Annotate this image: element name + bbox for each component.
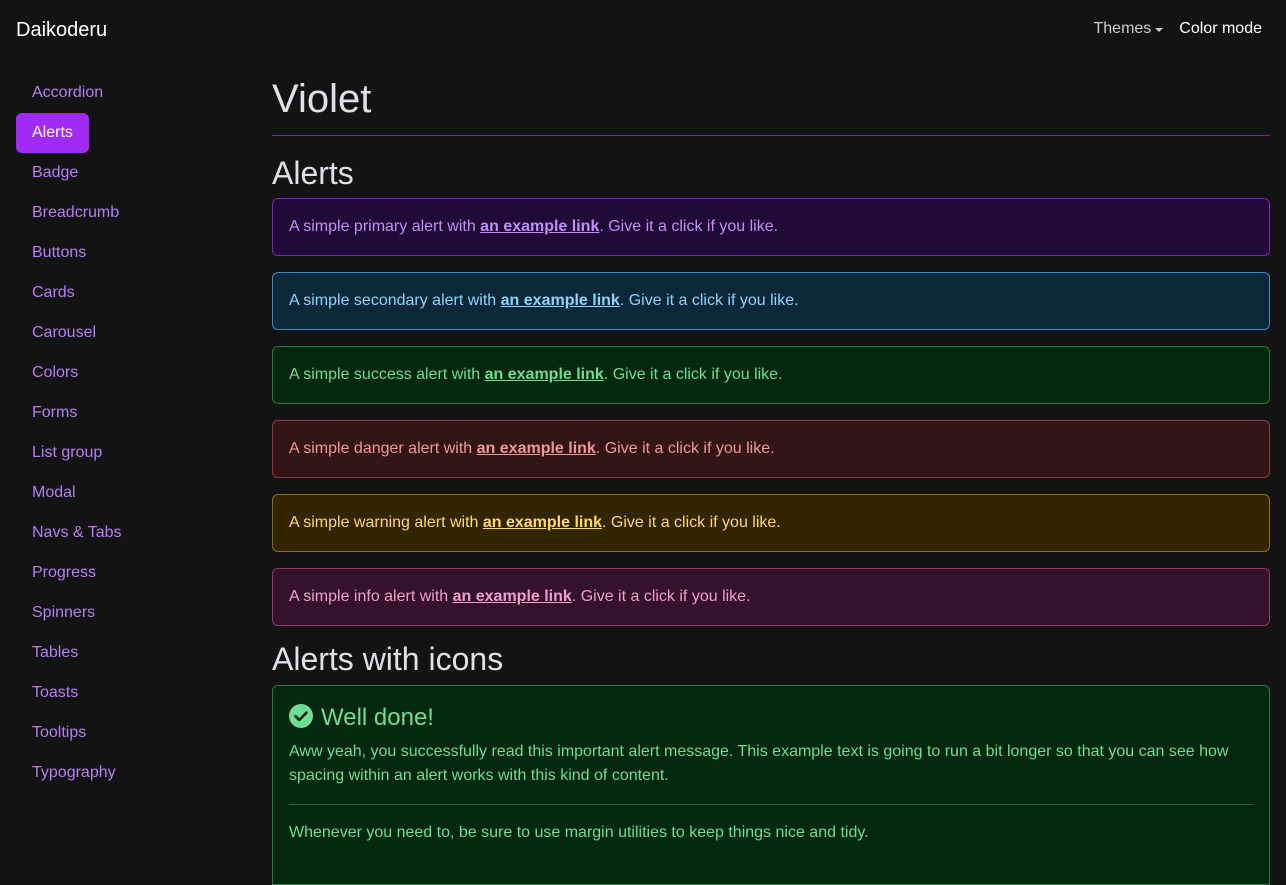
alert-warning: A simple warning alert with an example l… xyxy=(272,494,1270,552)
alert-secondary: A simple secondary alert with an example… xyxy=(272,272,1270,330)
alert-link[interactable]: an example link xyxy=(501,292,620,310)
alert-primary: A simple primary alert with an example l… xyxy=(272,198,1270,256)
sidebar-item-forms[interactable]: Forms xyxy=(16,393,216,433)
alert-text: A simple primary alert with xyxy=(289,218,481,235)
sidebar-item-navs-tabs[interactable]: Navs & Tabs xyxy=(16,513,216,553)
alert-info: A simple info alert with an example link… xyxy=(272,568,1270,626)
alert-text: A simple warning alert with xyxy=(289,514,483,531)
alert-divider xyxy=(289,804,1253,805)
sidebar-item-spinners[interactable]: Spinners xyxy=(16,593,216,633)
sidebar-item-modal[interactable]: Modal xyxy=(16,473,216,513)
navbar: Daikoderu Themes Color mode xyxy=(0,0,1286,60)
alert-link[interactable]: an example link xyxy=(485,366,604,384)
alert-success-with-icon: Well done! Aww yeah, you successfully re… xyxy=(272,685,1270,885)
themes-label: Themes xyxy=(1093,20,1152,37)
alert-text-end: . Give it a click if you like. xyxy=(619,292,799,309)
sidebar-item-tooltips[interactable]: Tooltips xyxy=(16,713,216,753)
alert-text: A simple secondary alert with xyxy=(289,292,501,309)
alert-text-end: . Give it a click if you like. xyxy=(602,514,781,531)
sidebar-item-carousel[interactable]: Carousel xyxy=(16,313,216,353)
alert-link[interactable]: an example link xyxy=(477,440,596,458)
caret-down-icon xyxy=(1155,28,1164,32)
alert-text-end: . Give it a click if you like. xyxy=(599,218,779,235)
sidebar-item-progress[interactable]: Progress xyxy=(16,553,216,593)
sidebar-item-alerts[interactable]: Alerts xyxy=(16,113,89,153)
alert-danger: A simple danger alert with an example li… xyxy=(272,420,1270,478)
alert-link[interactable]: an example link xyxy=(453,588,572,606)
main-content: Violet Alerts A simple primary alert wit… xyxy=(272,70,1270,885)
alert-success: A simple success alert with an example l… xyxy=(272,346,1270,404)
sidebar-item-breadcrumb[interactable]: Breadcrumb xyxy=(16,193,216,233)
check-circle-icon xyxy=(289,703,313,733)
alert-text-end: . Give it a click if you like. xyxy=(571,588,751,605)
sidebar-item-tables[interactable]: Tables xyxy=(16,633,216,673)
alert-link[interactable]: an example link xyxy=(483,514,602,532)
navbar-right: Themes Color mode xyxy=(1094,18,1263,40)
sidebar: Accordion Alerts Badge Breadcrumb Button… xyxy=(16,73,216,793)
sidebar-item-accordion[interactable]: Accordion xyxy=(16,73,216,113)
themes-dropdown[interactable]: Themes xyxy=(1094,18,1164,40)
alert-link[interactable]: an example link xyxy=(480,218,599,236)
title-divider xyxy=(272,135,1270,136)
sidebar-item-cards[interactable]: Cards xyxy=(16,273,216,313)
alert-heading: Well done! xyxy=(321,704,434,731)
sidebar-item-buttons[interactable]: Buttons xyxy=(16,233,216,273)
section-title-alerts-with-icons: Alerts with icons xyxy=(272,641,504,677)
sidebar-item-typography[interactable]: Typography xyxy=(16,753,216,793)
alert-body: Aww yeah, you successfully read this imp… xyxy=(289,743,1229,784)
alert-footer: Whenever you need to, be sure to use mar… xyxy=(289,824,869,841)
alert-text: A simple info alert with xyxy=(289,588,453,605)
alert-text-end: . Give it a click if you like. xyxy=(595,440,775,457)
alert-text: A simple success alert with xyxy=(289,366,485,383)
section-title-alerts: Alerts xyxy=(272,155,354,191)
sidebar-item-list-group[interactable]: List group xyxy=(16,433,216,473)
sidebar-item-toasts[interactable]: Toasts xyxy=(16,673,216,713)
page-title: Violet xyxy=(272,77,372,121)
color-mode-link[interactable]: Color mode xyxy=(1179,18,1262,40)
alert-text-end: . Give it a click if you like. xyxy=(603,366,783,383)
sidebar-item-colors[interactable]: Colors xyxy=(16,353,216,393)
alert-text: A simple danger alert with xyxy=(289,440,477,457)
sidebar-item-badge[interactable]: Badge xyxy=(16,153,216,193)
brand-logo[interactable]: Daikoderu xyxy=(16,17,107,43)
alert-heading-row: Well done! xyxy=(289,702,1253,734)
